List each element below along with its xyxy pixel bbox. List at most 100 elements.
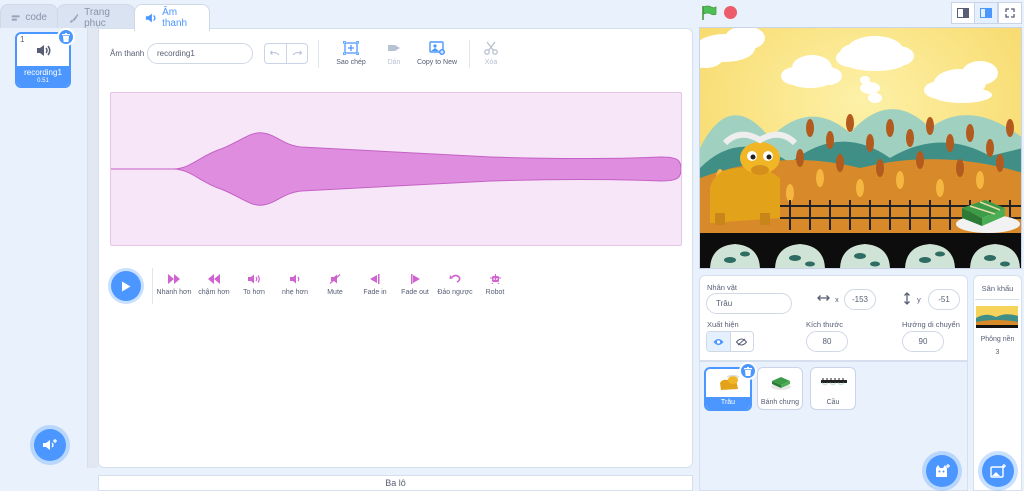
stage-title: Sân khấu: [981, 284, 1014, 293]
sound-name-input[interactable]: [147, 43, 253, 64]
trash-icon: [62, 32, 70, 42]
paste-button[interactable]: Dán: [380, 41, 408, 66]
sound-name-label: Âm thanh: [110, 49, 145, 58]
effect-softer-button[interactable]: nhẹ hơn: [275, 274, 315, 296]
eye-slash-icon: [736, 338, 748, 345]
stage-canvas[interactable]: [699, 27, 1022, 269]
scissors-icon: [484, 41, 498, 55]
tab-code[interactable]: code: [0, 4, 58, 30]
tab-sounds[interactable]: Âm thanh: [134, 4, 210, 31]
effect-louder-button[interactable]: To hơn: [234, 274, 274, 296]
direction-label: Hướng di chuyển: [902, 320, 960, 329]
effect-fade-in-button[interactable]: Fade in: [355, 274, 395, 296]
small-stage-button[interactable]: [951, 2, 975, 24]
effect-slower-label: chậm hơn: [198, 289, 230, 296]
copy-label: Sao chép: [336, 59, 366, 66]
sound-item-duration: 0.51: [37, 78, 49, 84]
y-position-input[interactable]: -51: [928, 289, 960, 310]
add-sound-button[interactable]: [34, 429, 66, 461]
green-flag-button[interactable]: [700, 5, 718, 21]
sprite-tile-trau-label: Trâu: [706, 397, 750, 409]
sound-list-panel: [0, 28, 88, 468]
effect-fade-in-label: Fade in: [363, 289, 387, 296]
vertical-arrows-icon: [904, 292, 910, 305]
bridge-thumbnail: [821, 378, 847, 386]
delete-sound-button[interactable]: [57, 28, 75, 46]
redo-button[interactable]: [285, 44, 308, 63]
copy-button[interactable]: Sao chép: [334, 41, 368, 66]
slower-icon: [207, 274, 220, 284]
sound-item-caption: recording1 0.51: [17, 66, 69, 86]
backpack[interactable]: Ba lô: [98, 475, 693, 491]
waveform-display[interactable]: [110, 92, 682, 246]
speaker-icon: [145, 13, 156, 23]
copy-to-new-icon: [429, 41, 445, 55]
add-sound-icon: [43, 439, 57, 450]
eye-icon: [713, 338, 724, 345]
paste-icon: [388, 45, 400, 51]
sprite-tile-cau[interactable]: Cầu: [810, 367, 856, 410]
fade-in-icon: [369, 274, 379, 284]
fade-out-icon: [410, 274, 420, 284]
fullscreen-button[interactable]: [998, 2, 1022, 24]
undo-icon: [270, 50, 280, 56]
tab-costumes-label: Trang phục: [84, 6, 110, 29]
effect-fade-out-button[interactable]: Fade out: [395, 274, 435, 296]
copy-to-new-button[interactable]: Copy to New: [414, 41, 460, 66]
effect-faster-label: Nhanh hơn: [156, 289, 192, 296]
paste-label: Dán: [387, 59, 401, 66]
faster-icon: [167, 274, 180, 284]
copy-to-new-label: Copy to New: [416, 59, 458, 66]
effect-softer-label: nhẹ hơn: [281, 289, 308, 296]
sprite-name-input[interactable]: Trâu: [706, 293, 792, 314]
add-sprite-button[interactable]: [926, 455, 958, 487]
effects-divider: [152, 268, 153, 304]
effect-reverse-button[interactable]: Đảo ngược: [435, 274, 475, 296]
backdrops-label: Phông nền: [980, 336, 1015, 343]
effect-mute-button[interactable]: Mute: [315, 274, 355, 296]
visibility-toggle: [706, 331, 754, 352]
small-stage-icon: [957, 8, 969, 18]
toolbar-divider: [318, 40, 319, 68]
sprite-tile-banh-chung[interactable]: Bánh chưng: [757, 367, 803, 410]
effect-reverse-label: Đảo ngược: [437, 289, 473, 296]
mute-icon: [329, 274, 340, 284]
delete-sprite-button[interactable]: [739, 362, 757, 380]
louder-icon: [247, 274, 260, 284]
effect-robot-button[interactable]: Robot: [475, 274, 515, 296]
delete-label: Xóa: [484, 59, 498, 66]
show-label: Xuất hiện: [707, 320, 739, 329]
play-button[interactable]: [111, 271, 141, 301]
stage-thumbnail-area: [975, 299, 1019, 328]
sprite-name-label: Nhân vật: [707, 283, 738, 292]
stop-button[interactable]: [724, 6, 737, 19]
add-backdrop-button[interactable]: [982, 455, 1014, 487]
robot-icon: [489, 274, 501, 284]
direction-input[interactable]: 90: [902, 331, 944, 352]
tab-costumes[interactable]: Trang phục: [57, 4, 135, 30]
effect-slower-button[interactable]: chậm hơn: [194, 274, 234, 296]
undo-redo-group: [264, 43, 308, 64]
sprite-tile-banh-chung-label: Bánh chưng: [760, 399, 800, 406]
effect-robot-label: Robot: [485, 289, 505, 296]
normal-stage-icon: [980, 8, 992, 18]
hide-sprite-button[interactable]: [729, 332, 754, 351]
stage-thumbnail: [976, 306, 1018, 328]
show-sprite-button[interactable]: [707, 332, 730, 351]
redo-icon: [292, 50, 302, 56]
code-icon: [11, 14, 20, 21]
softer-icon: [289, 274, 299, 284]
backdrop-add-icon: [990, 464, 1006, 478]
waveform: [111, 132, 682, 206]
horizontal-arrows-icon: [817, 295, 830, 301]
y-label: y: [917, 295, 921, 304]
delete-button[interactable]: Xóa: [479, 41, 503, 66]
effect-louder-label: To hơn: [243, 289, 265, 296]
undo-button[interactable]: [265, 44, 286, 63]
size-input[interactable]: 80: [806, 331, 848, 352]
sound-list-scrollbar[interactable]: [88, 28, 98, 468]
effect-faster-button[interactable]: Nhanh hơn: [154, 274, 194, 296]
buffalo-thumbnail: [720, 375, 740, 390]
x-position-input[interactable]: -153: [844, 289, 876, 310]
normal-stage-button[interactable]: [974, 2, 998, 24]
